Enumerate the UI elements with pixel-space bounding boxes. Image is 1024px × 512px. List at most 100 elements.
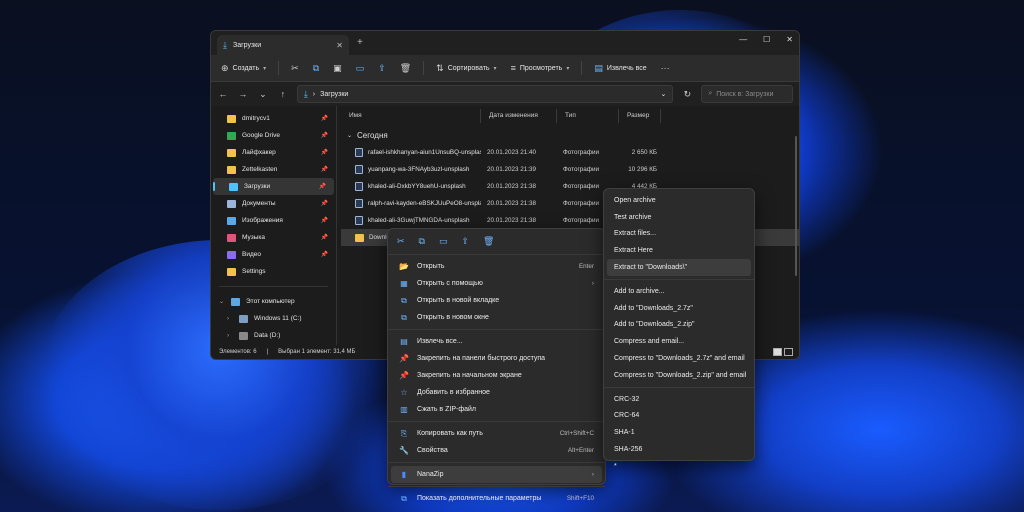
close-window-button[interactable]: ✕ [786, 35, 793, 44]
column-header-size[interactable]: Размер [619, 109, 661, 123]
submenu-hash-item[interactable]: CRC-64 [607, 408, 751, 425]
tab-title: Загрузки [232, 41, 262, 49]
sidebar-item-drive-d[interactable]: › Data (D:) [211, 327, 336, 344]
submenu-item[interactable]: Compress to "Downloads_2.7z" and email [607, 350, 751, 367]
context-menu-item[interactable]: ▦ Открыть с помощью › [391, 275, 602, 292]
sidebar-item-7[interactable]: Музыка 📌 [211, 229, 336, 246]
more-options-button[interactable]: ··· [657, 61, 674, 75]
extract-all-button[interactable]: ▤ Извлечь все [590, 61, 650, 76]
address-bar[interactable]: ⤓ › Загрузки ⌄ [296, 85, 674, 103]
sidebar-item-this-pc[interactable]: ⌄ Этот компьютер [211, 293, 336, 310]
create-button[interactable]: ⊕ Создать ▾ [217, 61, 270, 76]
share-icon[interactable]: ⇪ [462, 236, 470, 247]
rename-button[interactable]: ▭ [352, 61, 369, 76]
recent-button[interactable]: ⌄ [257, 89, 269, 100]
context-menu-item[interactable]: ⎘ Копировать как путь Ctrl+Shift+C [391, 425, 602, 442]
submenu-item[interactable]: Open archive [607, 192, 751, 209]
chevron-right-icon[interactable]: › [227, 333, 233, 339]
sidebar-item-drive-c[interactable]: › Windows 11 (C:) [211, 310, 336, 327]
sidebar-item-0[interactable]: dmitrycv1 📌 [211, 110, 336, 127]
chevron-down-icon[interactable]: ⌄ [219, 298, 225, 305]
submenu-hash-item[interactable]: * [607, 458, 751, 475]
context-menu-item[interactable]: ▤ Извлечь все... [391, 333, 602, 350]
details-view-icon[interactable] [773, 348, 782, 356]
cut-icon[interactable]: ✂ [397, 236, 405, 247]
tab-downloads[interactable]: ⤓ Загрузки ✕ [217, 35, 349, 55]
refresh-button[interactable]: ↻ [681, 89, 693, 100]
copy-icon[interactable]: ⧉ [419, 236, 425, 247]
context-menu: ✂ ⧉ ▭ ⇪ 🗑 📂 Открыть Enter ▦ Открыть с помощь… [387, 228, 606, 503]
menu-item-icon: ▤ [400, 337, 408, 346]
copy-icon: ⧉ [312, 62, 320, 73]
tiles-view-icon[interactable] [784, 348, 793, 356]
submenu-hash-item[interactable]: SHA-1 [607, 424, 751, 441]
group-header[interactable]: ⌄ Сегодня [341, 126, 799, 144]
chevron-down-icon[interactable]: ⌄ [660, 90, 666, 98]
submenu-item[interactable]: Add to archive... [607, 283, 751, 300]
trash-icon[interactable]: 🗑 [483, 236, 494, 247]
copy-button[interactable]: ⧉ [309, 61, 323, 76]
submenu-item[interactable]: Extract Here [607, 242, 751, 259]
drive-icon [239, 314, 248, 323]
menu-item-label: Закрепить на начальном экране [417, 372, 522, 379]
menu-item-icon: 📂 [399, 262, 409, 271]
sidebar-item-label: Музыка [242, 234, 265, 241]
submenu-hash-item[interactable]: SHA-256 [607, 441, 751, 458]
sidebar-item-label: Google Drive [242, 132, 280, 139]
scrollbar[interactable] [795, 136, 797, 276]
submenu-item[interactable]: Add to "Downloads_2.7z" [607, 300, 751, 317]
share-button[interactable]: ⇪ [374, 61, 390, 76]
context-menu-item[interactable]: ⧉ Открыть в новой вкладке [391, 292, 602, 309]
sidebar-item-8[interactable]: Видео 📌 [211, 246, 336, 263]
forward-button[interactable]: → [237, 89, 249, 99]
sort-button[interactable]: ⇅ Сортировать ▾ [432, 61, 500, 76]
context-menu-item[interactable]: ☆ Добавить в избранное [391, 384, 602, 401]
submenu-item[interactable]: Extract to "Downloads\" [607, 259, 751, 276]
submenu-item[interactable]: Compress and email... [607, 333, 751, 350]
column-header-date[interactable]: Дата изменения [481, 109, 557, 123]
sidebar-item-6[interactable]: Изображения 📌 [211, 212, 336, 229]
table-row[interactable]: rafael-ishkhanyan-aiun1UnsuBQ-unsplash 20… [341, 144, 799, 161]
context-menu-item[interactable]: 📌 Закрепить на начальном экране [391, 367, 602, 384]
search-input[interactable]: ⌕ Поиск в: Загрузки [701, 85, 793, 103]
context-menu-item[interactable]: 📂 Открыть Enter [391, 258, 602, 275]
delete-button[interactable]: 🗑 [396, 61, 415, 76]
folder-icon [227, 216, 236, 225]
submenu-item[interactable]: Compress to "Downloads_2.zip" and email [607, 367, 751, 384]
table-row[interactable]: yuanpang-wa-3FNAyb3uzl-unsplash 20.01.202… [341, 161, 799, 178]
submenu-item[interactable]: Extract files... [607, 226, 751, 243]
maximize-button[interactable]: ☐ [763, 35, 770, 44]
context-item-nanazip[interactable]: ▮ NanaZip › [391, 466, 602, 483]
context-item-more-options[interactable]: ⧉ Показать дополнительные параметры Shif… [391, 490, 602, 507]
context-menu-item[interactable]: 🔧 Свойства Alt+Enter [391, 442, 602, 459]
view-button[interactable]: ≡ Просмотреть ▾ [507, 61, 574, 75]
sidebar-item-1[interactable]: Google Drive 📌 [211, 127, 336, 144]
context-menu-item[interactable]: ▥ Сжать в ZIP-файл [391, 401, 602, 418]
sidebar-item-5[interactable]: Документы 📌 [211, 195, 336, 212]
new-tab-button[interactable]: + [357, 37, 363, 48]
sidebar-item-2[interactable]: Лайфхакер 📌 [211, 144, 336, 161]
cut-button[interactable]: ✂ [287, 61, 303, 76]
sidebar-item-9[interactable]: Settings [211, 263, 336, 280]
column-header-type[interactable]: Тип [557, 109, 619, 123]
chevron-right-icon[interactable]: › [227, 316, 233, 322]
paste-button[interactable]: ▣ [329, 61, 346, 76]
submenu-hash-item[interactable]: CRC-32 [607, 391, 751, 408]
column-header-name[interactable]: Имя [341, 109, 481, 123]
rename-icon: ▭ [355, 62, 365, 73]
context-menu-item[interactable]: ⧉ Открыть в новом окне [391, 309, 602, 326]
rename-icon[interactable]: ▭ [439, 236, 448, 247]
submenu-item[interactable]: Test archive [607, 209, 751, 226]
back-button[interactable]: ← [217, 89, 229, 99]
menu-item-icon: ⎘ [400, 428, 408, 438]
context-menu-item[interactable]: 📌 Закрепить на панели быстрого доступа [391, 350, 602, 367]
sidebar-item-4[interactable]: Загрузки 📌 [213, 178, 334, 195]
shortcut-label: Alt+Enter [567, 447, 594, 454]
minimize-button[interactable]: — [739, 35, 747, 44]
close-tab-icon[interactable]: ✕ [336, 41, 343, 50]
submenu-item[interactable]: Add to "Downloads_2.zip" [607, 317, 751, 334]
sidebar-item-3[interactable]: Zettelkasten 📌 [211, 161, 336, 178]
group-label: Сегодня [357, 130, 388, 140]
divider [604, 278, 754, 280]
up-button[interactable]: ↑ [277, 89, 289, 99]
